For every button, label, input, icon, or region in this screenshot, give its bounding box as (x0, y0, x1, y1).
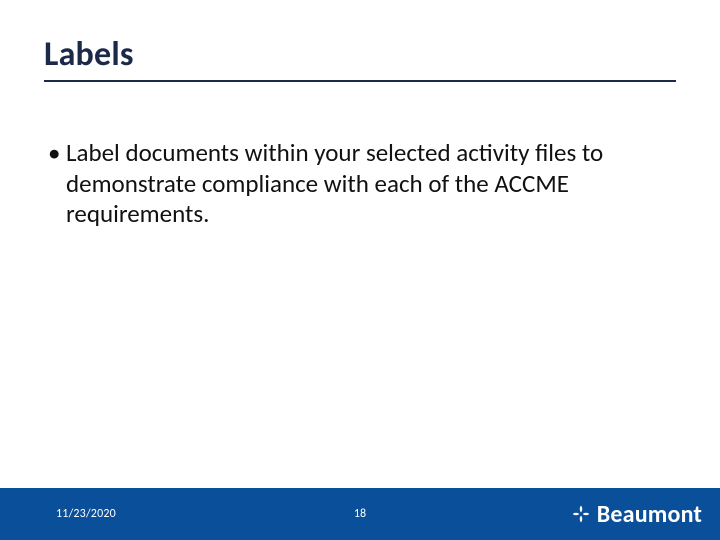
footer-brand: Beaumont (571, 500, 702, 529)
footer-bar: 11/23/2020 18 Beaumont (0, 488, 720, 540)
footer-date: 11/23/2020 (56, 507, 116, 521)
title-underline (44, 80, 676, 82)
brand-name: Beaumont (597, 500, 702, 529)
bullet-text: Label documents within your selected act… (66, 138, 668, 230)
bullet-marker: • (48, 138, 66, 169)
brand-logo-icon (571, 504, 591, 524)
footer-page-number: 18 (354, 507, 366, 521)
bullet-item: • Label documents within your selected a… (48, 138, 668, 230)
slide: Labels • Label documents within your sel… (0, 0, 720, 540)
slide-body: • Label documents within your selected a… (48, 138, 668, 230)
slide-title: Labels (44, 34, 134, 75)
